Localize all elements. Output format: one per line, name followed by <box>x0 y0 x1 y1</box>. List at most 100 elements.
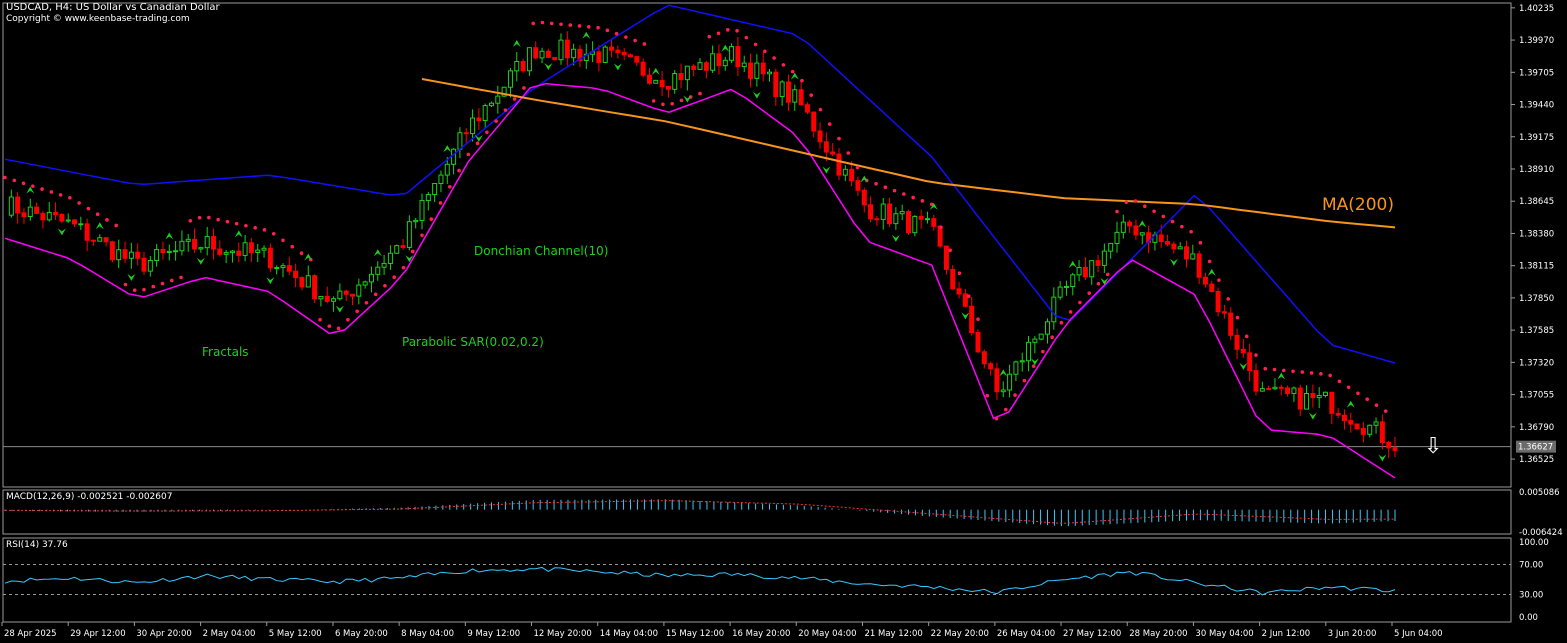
candle-body <box>375 266 381 275</box>
candle-body <box>855 180 861 191</box>
sar-dot <box>1300 370 1305 374</box>
candle-body <box>1259 388 1265 392</box>
sar-dot <box>1328 373 1332 378</box>
candle-body <box>760 62 766 75</box>
sar-dot <box>253 226 257 230</box>
price-plot <box>3 4 1511 479</box>
fractal-down-marker <box>683 95 692 103</box>
candle-body <box>754 62 760 79</box>
price-tick-label: 1.36525 <box>1519 455 1554 465</box>
price-tick-label: 1.38910 <box>1519 165 1554 175</box>
candle-body <box>931 218 937 227</box>
fractal-down-marker <box>961 312 970 320</box>
candle-body <box>1367 424 1373 435</box>
candle-body <box>533 47 539 59</box>
sar-dot <box>1189 229 1193 234</box>
sar-dot <box>31 184 35 188</box>
sar-dot <box>1365 397 1369 402</box>
sar-dot <box>1050 335 1054 339</box>
sar-dot <box>883 185 888 190</box>
candle-body <box>842 168 848 176</box>
price-tick-label: 1.38380 <box>1519 229 1554 239</box>
chart-canvas: 1.40235 1.39970 1.39705 1.39440 1.39175 1.389… <box>1 2 1563 639</box>
sar-dot <box>892 188 897 193</box>
sar-dot <box>68 195 72 200</box>
sar-dot <box>132 288 137 293</box>
sar-dot <box>614 31 619 36</box>
candle-body <box>1247 352 1253 372</box>
sar-dot <box>77 201 81 205</box>
time-tick-label: 27 May 12:00 <box>1063 629 1121 639</box>
rsi-plot: 100.00 70.00 30.00 0.00 <box>3 538 1549 623</box>
fractal-up-marker <box>1207 268 1216 276</box>
candle-body <box>1379 421 1385 443</box>
sar-dot <box>503 108 508 112</box>
candle-body <box>362 281 368 286</box>
sar-dot <box>1004 407 1008 412</box>
sar-dot <box>197 215 202 220</box>
sar-dot <box>1217 278 1221 282</box>
candle-body <box>874 218 880 221</box>
sar-dot <box>475 141 480 146</box>
sar-dot <box>1282 368 1286 373</box>
candle-body <box>1360 428 1366 435</box>
candle-body <box>830 151 836 155</box>
rsi-tick-label: 100.00 <box>1519 538 1549 548</box>
candle-body <box>615 49 621 53</box>
candle-body <box>912 215 918 234</box>
candle-body <box>943 245 949 270</box>
price-tick-label: 1.39970 <box>1519 36 1554 46</box>
sar-dot <box>512 97 517 101</box>
candle-body <box>444 163 450 176</box>
candle-body <box>640 61 646 76</box>
chart-header-copyright: Copyright © www.keenbase-trading.com <box>6 14 190 24</box>
sar-dot <box>577 24 582 28</box>
candle-body <box>457 132 463 150</box>
rsi-line <box>4 566 1396 596</box>
sar-dot <box>1022 378 1027 383</box>
macd-tick-label: 0.005086 <box>1519 488 1560 498</box>
candle-body <box>166 250 172 253</box>
sar-dot <box>95 212 100 217</box>
fractal-down-marker <box>1308 412 1317 420</box>
sar-dot <box>327 324 332 328</box>
candle-body <box>135 251 141 259</box>
sar-dot <box>698 91 702 96</box>
sar-dot <box>948 248 952 253</box>
candle-body <box>1348 420 1354 425</box>
candle-body <box>628 54 633 58</box>
sar-dot <box>559 22 563 27</box>
candle-body <box>659 79 665 87</box>
time-axis: 28 Apr 2025 29 Apr 12:00 30 Apr 20:00 2 May… <box>1 622 1443 639</box>
time-tick-label: 3 Jun 20:00 <box>1328 629 1377 639</box>
candle-body <box>1076 266 1082 276</box>
candle-body <box>274 267 280 270</box>
candle-body <box>981 351 987 365</box>
candle-body <box>1240 348 1246 354</box>
candle-body <box>950 268 956 290</box>
sar-dot <box>1346 385 1351 390</box>
sar-dot <box>1078 300 1082 305</box>
price-tick-label: 1.38115 <box>1519 262 1554 272</box>
candle-body <box>1127 221 1133 227</box>
candle-body <box>1304 393 1310 410</box>
fractal-up-marker <box>1346 400 1355 408</box>
fractal-down-marker <box>891 234 900 242</box>
fractal-down-marker <box>822 166 831 174</box>
sar-dot <box>58 193 63 197</box>
candle-body <box>678 73 684 81</box>
candle-body <box>1051 296 1057 323</box>
candle-body <box>1165 241 1171 245</box>
sar-dot <box>670 101 674 106</box>
candle-body <box>72 219 77 225</box>
sar-dot <box>466 152 471 157</box>
sar-dot <box>1272 367 1277 372</box>
candle-body <box>27 206 33 218</box>
candle-body <box>280 265 286 269</box>
fractal-down-marker <box>57 228 66 236</box>
candle-body <box>394 245 400 254</box>
time-tick-label: 9 May 12:00 <box>467 629 520 639</box>
candle-body <box>1038 333 1044 340</box>
time-tick-label: 15 May 12:00 <box>666 629 724 639</box>
sar-dot <box>855 165 860 170</box>
